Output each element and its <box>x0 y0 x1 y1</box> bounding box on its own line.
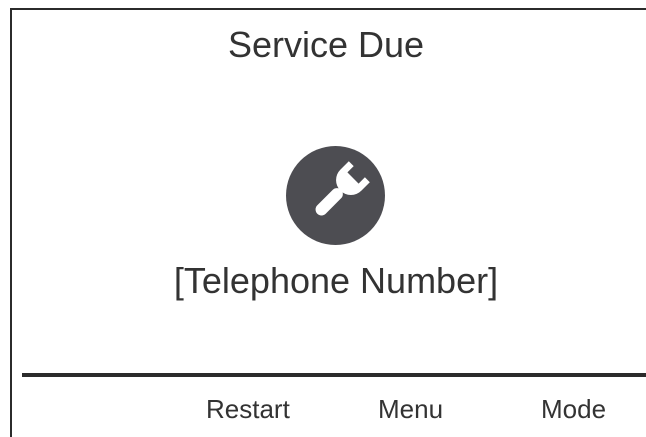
softkey-divider <box>22 373 646 377</box>
screen-title: Service Due <box>227 24 425 65</box>
wrench-icon <box>286 146 385 245</box>
mode-softkey[interactable]: Mode <box>541 392 606 426</box>
service-telephone-number: [Telephone Number] <box>173 260 499 301</box>
menu-softkey[interactable]: Menu <box>378 392 443 426</box>
restart-softkey[interactable]: Restart <box>206 392 290 426</box>
